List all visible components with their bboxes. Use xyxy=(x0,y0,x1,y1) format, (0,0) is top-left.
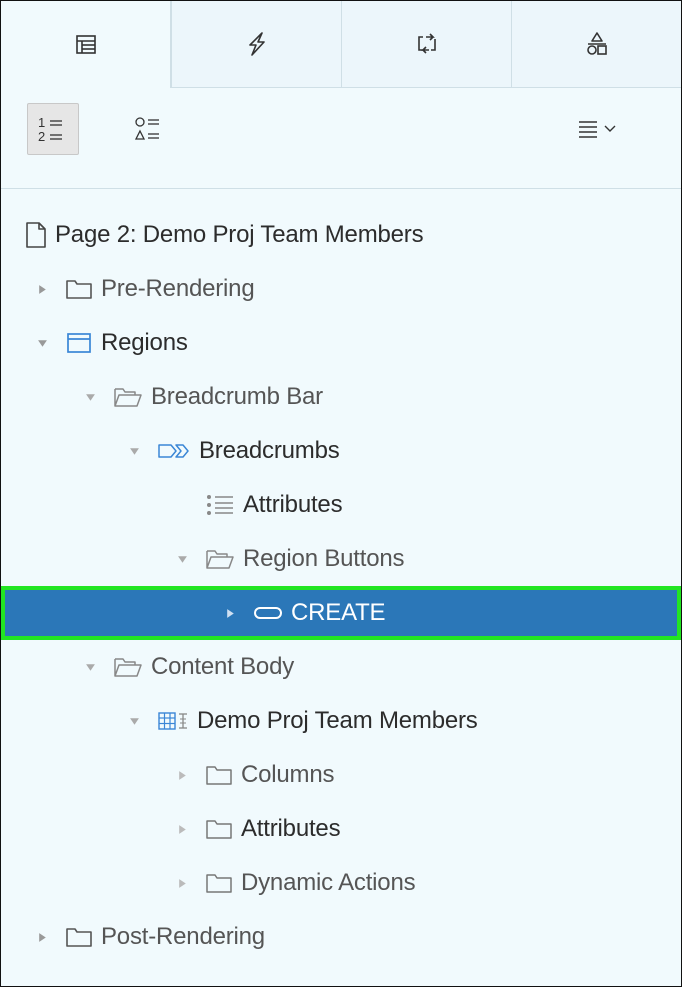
expand-triangle-icon[interactable] xyxy=(33,280,51,298)
tree-node-label: Dynamic Actions xyxy=(241,869,416,896)
interactive-grid-icon xyxy=(157,710,189,732)
collapse-triangle-icon[interactable] xyxy=(33,334,51,352)
tree-node-content-body[interactable]: Content Body xyxy=(1,640,681,694)
collapse-triangle-icon[interactable] xyxy=(173,550,191,568)
breadcrumb-icon xyxy=(157,442,191,460)
region-icon xyxy=(65,331,93,355)
folder-open-icon xyxy=(205,548,235,570)
expand-triangle-icon[interactable] xyxy=(33,928,51,946)
tree-node-attributes[interactable]: Attributes xyxy=(1,802,681,856)
tree-node-breadcrumbs-attributes[interactable]: Attributes xyxy=(1,478,681,532)
tree-node-label: Columns xyxy=(241,761,335,788)
expand-triangle-icon[interactable] xyxy=(173,766,191,784)
tree-view-menu-button[interactable] xyxy=(554,103,644,155)
tree-node-demo-proj-team-members[interactable]: Demo Proj Team Members xyxy=(1,694,681,748)
folder-icon xyxy=(65,926,93,948)
tree-node-label: Breadcrumbs xyxy=(199,437,340,464)
folder-icon xyxy=(205,818,233,840)
tree-node-post-rendering[interactable]: Post-Rendering xyxy=(1,910,681,964)
flat-view-button[interactable] xyxy=(123,103,175,155)
tree-node-label: Post-Rendering xyxy=(101,923,265,950)
collapse-triangle-icon[interactable] xyxy=(81,658,99,676)
expand-triangle-icon[interactable] xyxy=(221,604,239,622)
lightning-dynamic-actions-icon xyxy=(248,32,265,56)
collapse-triangle-icon[interactable] xyxy=(125,442,143,460)
folder-icon xyxy=(65,278,93,300)
tree-node-label: Page 2: Demo Proj Team Members xyxy=(55,221,424,248)
tree-node-dynamic-actions[interactable]: Dynamic Actions xyxy=(1,856,681,910)
folder-open-icon xyxy=(113,656,143,678)
tree-node-breadcrumb-bar[interactable]: Breadcrumb Bar xyxy=(1,370,681,424)
tree-node-pre-rendering[interactable]: Pre-Rendering xyxy=(1,262,681,316)
tree-node-label: CREATE xyxy=(291,599,386,626)
folder-icon xyxy=(205,872,233,894)
shared-components-shapes-icon xyxy=(586,32,607,55)
tree-node-label: Regions xyxy=(101,329,188,356)
tree-node-create-button[interactable]: CREATE xyxy=(1,586,681,640)
tab-processing[interactable] xyxy=(341,1,511,88)
expand-triangle-icon[interactable] xyxy=(173,874,191,892)
panel-tabs xyxy=(1,1,681,88)
rendering-tree-icon xyxy=(75,34,96,54)
folder-icon xyxy=(205,764,233,786)
attributes-list-icon xyxy=(205,492,235,518)
tree-node-region-buttons[interactable]: Region Buttons xyxy=(1,532,681,586)
grouped-view-button[interactable]: 1 2 xyxy=(27,103,79,155)
svg-text:1: 1 xyxy=(38,115,45,130)
tab-shared-components[interactable] xyxy=(511,1,681,88)
tree-node-label: Demo Proj Team Members xyxy=(197,707,478,734)
numbered-list-icon: 1 2 xyxy=(38,115,62,144)
tree-node-label: Attributes xyxy=(241,815,341,842)
page-designer-tree-panel: 1 2 Page 2: Demo Proj Team Members Pre-R… xyxy=(0,0,682,987)
tree-node-label: Attributes xyxy=(243,491,343,518)
hamburger-chevron-icon xyxy=(579,121,616,138)
shapes-list-icon xyxy=(134,117,159,140)
rendering-tree: Page 2: Demo Proj Team Members Pre-Rende… xyxy=(1,208,681,964)
tree-node-regions[interactable]: Regions xyxy=(1,316,681,370)
tab-dynamic-actions[interactable] xyxy=(171,1,341,88)
tree-node-page[interactable]: Page 2: Demo Proj Team Members xyxy=(1,208,681,262)
button-pill-icon xyxy=(253,605,283,621)
tree-node-label: Region Buttons xyxy=(243,545,405,572)
processing-arrows-icon xyxy=(417,33,436,54)
collapse-triangle-icon[interactable] xyxy=(81,388,99,406)
tree-node-label: Breadcrumb Bar xyxy=(151,383,323,410)
tab-rendering[interactable] xyxy=(1,1,171,88)
tree-node-columns[interactable]: Columns xyxy=(1,748,681,802)
tree-node-breadcrumbs[interactable]: Breadcrumbs xyxy=(1,424,681,478)
collapse-triangle-icon[interactable] xyxy=(125,712,143,730)
tree-node-label: Pre-Rendering xyxy=(101,275,255,302)
page-icon xyxy=(25,221,47,249)
tree-toolbar: 1 2 xyxy=(1,88,681,189)
tree-node-label: Content Body xyxy=(151,653,295,680)
expand-triangle-icon[interactable] xyxy=(173,820,191,838)
svg-text:2: 2 xyxy=(38,129,45,144)
folder-open-icon xyxy=(113,386,143,408)
